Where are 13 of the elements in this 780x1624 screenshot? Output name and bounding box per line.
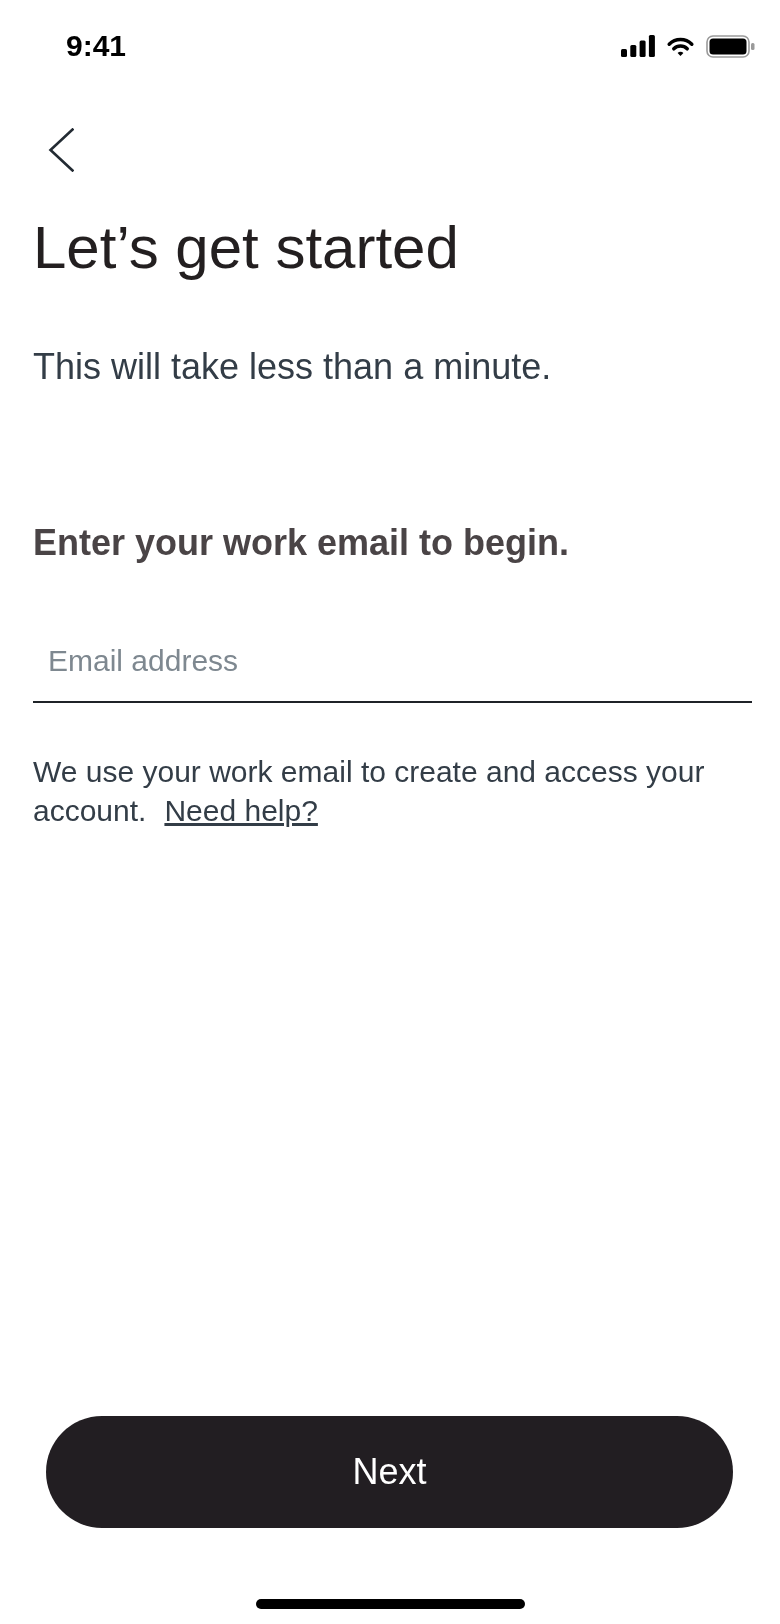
need-help-link[interactable]: Need help?: [164, 794, 318, 827]
back-button[interactable]: [48, 128, 74, 172]
signal-icon: [621, 35, 655, 57]
wifi-icon: [665, 35, 696, 57]
battery-icon: [706, 34, 755, 58]
email-field[interactable]: Email address: [33, 620, 752, 703]
page-title: Let’s get started: [33, 218, 460, 278]
next-button[interactable]: Next: [46, 1416, 733, 1528]
status-time: 9:41: [66, 31, 127, 61]
helper-text: We use your work email to create and access your account. Need help?: [33, 754, 706, 829]
chevron-left-icon: [48, 128, 74, 172]
email-prompt: Enter your work email to begin.: [33, 525, 571, 561]
subtitle-text: This will take less than a minute.: [33, 349, 553, 385]
